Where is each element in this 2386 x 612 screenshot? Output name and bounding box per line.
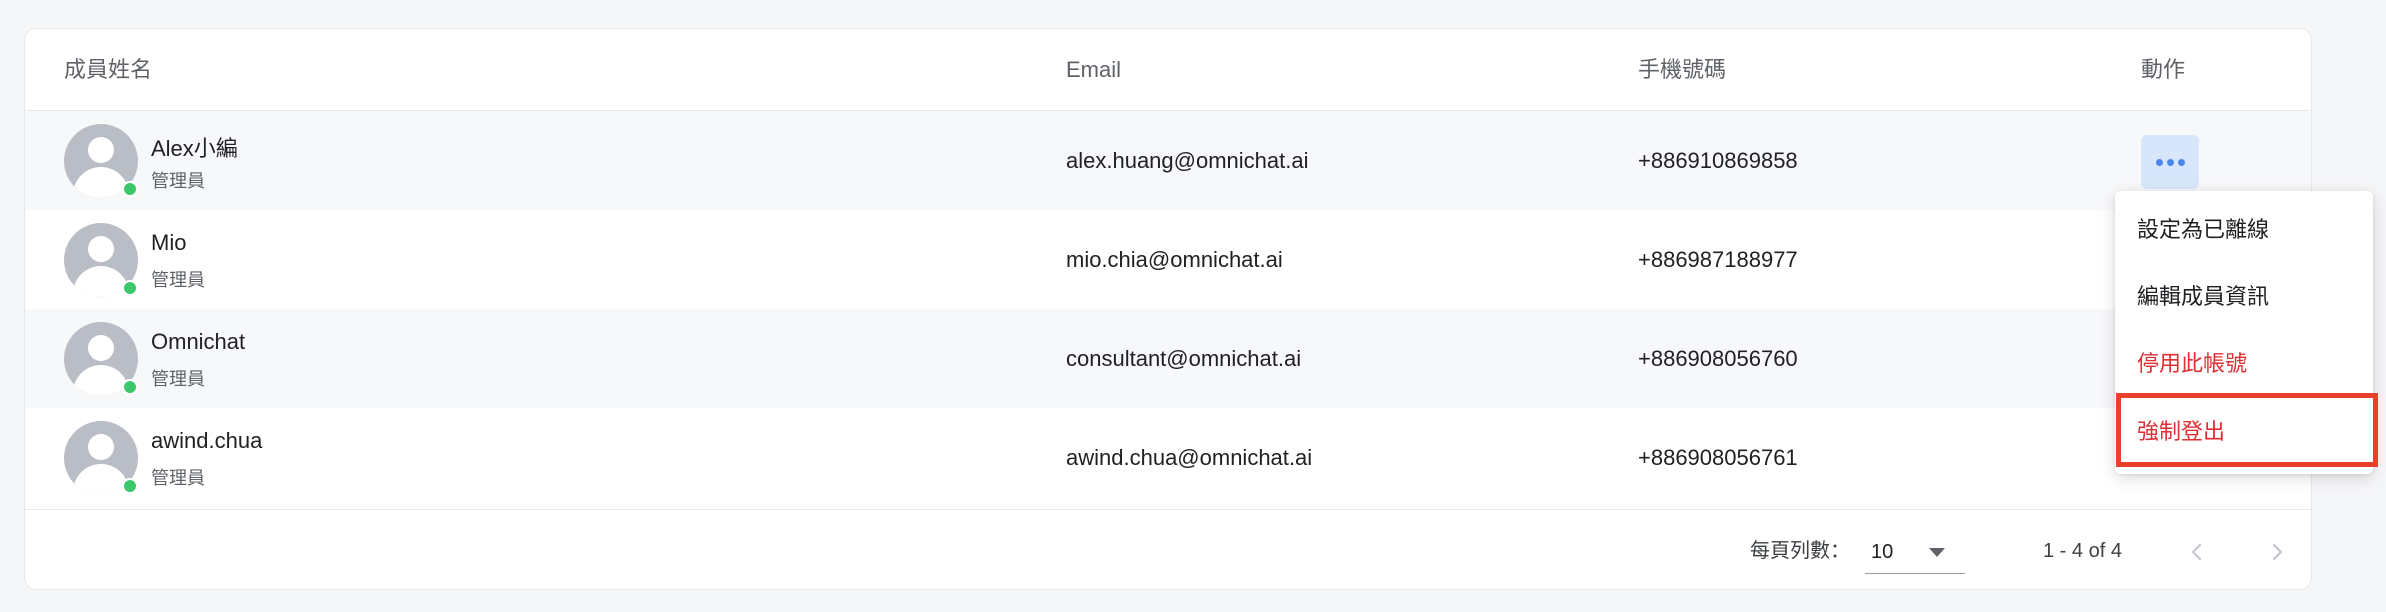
column-header-phone[interactable]: 手機號碼 [1638,29,1726,111]
menu-item-force-logout[interactable]: 強制登出 [2115,398,2373,465]
menu-item-disable-account[interactable]: 停用此帳號 [2115,330,2373,397]
online-status-dot [122,280,138,296]
online-status-dot [122,478,138,494]
table-header: 成員姓名 Email 手機號碼 動作 [25,29,2311,111]
member-name: Omnichat [151,329,246,354]
member-email: awind.chua@omnichat.ai [1066,445,1313,470]
table-row[interactable]: Omnichat 管理員 consultant@omnichat.ai +886… [25,309,2311,408]
members-table-card: 成員姓名 Email 手機號碼 動作 Alex小編 管理員 alex.huang… [24,28,2312,590]
rows-per-page-label: 每頁列數： [1750,540,1850,562]
previous-page-button[interactable] [2175,530,2219,574]
online-status-dot [122,379,138,395]
table-row[interactable]: Mio 管理員 mio.chia@omnichat.ai +8869871889… [25,210,2311,309]
column-header-name[interactable]: 成員姓名 [64,29,152,111]
member-phone: +886910869858 [1638,148,1798,173]
member-email: alex.huang@omnichat.ai [1066,148,1309,173]
menu-item-edit-member[interactable]: 編輯成員資訊 [2115,263,2373,330]
column-header-action: 動作 [2141,57,2186,82]
table-body: Alex小編 管理員 alex.huang@omnichat.ai +88691… [25,111,2311,507]
menu-item-set-offline[interactable]: 設定為已離線 [2115,196,2373,263]
member-phone: +886908056760 [1638,346,1798,371]
table-row[interactable]: awind.chua 管理員 awind.chua@omnichat.ai +8… [25,408,2311,507]
member-role: 管理員 [151,468,205,488]
more-actions-button[interactable] [2141,135,2199,189]
member-role: 管理員 [151,369,205,389]
column-header-email[interactable]: Email [1066,29,1121,111]
more-horizontal-icon [2155,158,2163,166]
member-email: consultant@omnichat.ai [1066,346,1302,371]
member-name: Alex小編 [151,136,238,161]
member-name: Mio [151,230,187,255]
member-phone: +886987188977 [1638,247,1798,272]
caret-down-icon [1929,548,1945,557]
member-name: awind.chua [151,428,263,453]
rows-per-page-select[interactable]: 10 [1865,530,1965,574]
pagination-range: 1 - 4 of 4 [2043,540,2122,562]
member-role: 管理員 [151,270,205,290]
member-email: mio.chia@omnichat.ai [1066,247,1283,272]
next-page-button[interactable] [2255,530,2299,574]
table-pagination: 每頁列數： 10 1 - 4 of 4 [25,509,2311,589]
chevron-right-icon [2272,543,2283,561]
online-status-dot [122,181,138,197]
table-row[interactable]: Alex小編 管理員 alex.huang@omnichat.ai +88691… [25,111,2311,210]
rows-per-page-value: 10 [1871,541,1894,563]
row-action-menu: 設定為已離線 編輯成員資訊 停用此帳號 強制登出 [2115,191,2373,474]
chevron-left-icon [2191,543,2202,561]
member-role: 管理員 [151,171,205,191]
member-phone: +886908056761 [1638,445,1798,470]
